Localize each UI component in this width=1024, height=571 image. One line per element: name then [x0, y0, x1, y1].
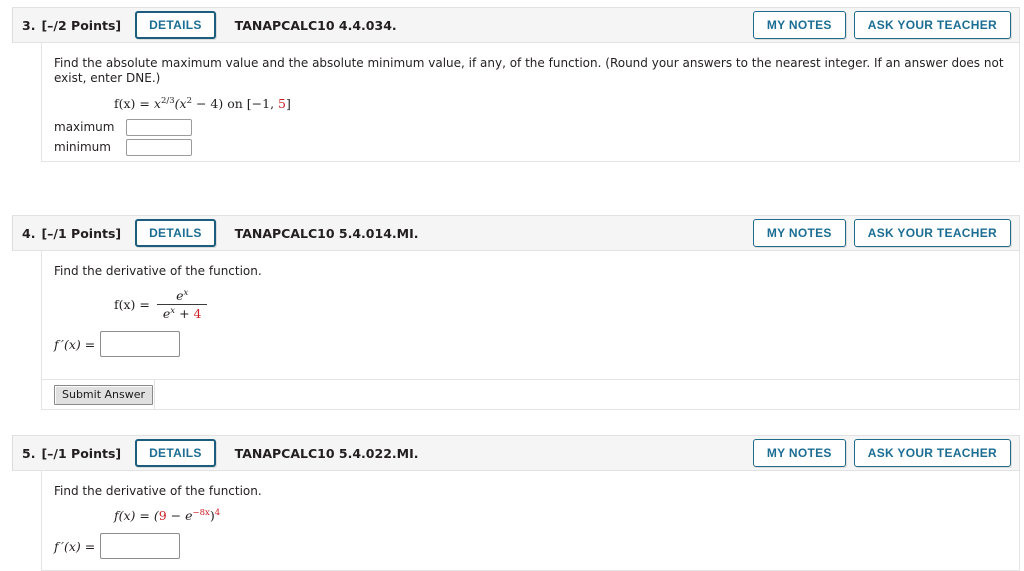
derivative-label-4: f ′(x) =: [54, 336, 96, 352]
ask-your-teacher-button-5[interactable]: ASK YOUR TEACHER: [853, 439, 1011, 467]
submit-cell-4: Submit Answer: [42, 380, 155, 409]
equation-fraction-4: ex ex + 4: [156, 288, 208, 321]
homework-page: 3. [–/2 Points] DETAILS TANAPCALC10 4.4.…: [0, 0, 1024, 571]
ask-your-teacher-button-3[interactable]: ASK YOUR TEACHER: [853, 11, 1011, 39]
fraction-numerator-4: ex: [170, 288, 194, 304]
derivative-label-5: f ′(x) =: [54, 538, 96, 554]
answer-row-maximum: maximum: [54, 117, 1019, 137]
equation-interval-right-3: 5: [278, 96, 286, 111]
equation-5: f(x) = (9 − e−8x)4: [114, 508, 1019, 523]
answer-label-minimum: minimum: [54, 140, 111, 154]
fraction-denominator-4: ex + 4: [157, 305, 208, 321]
denominator-constant: 4: [193, 306, 202, 321]
question-points-5: [–/1 Points]: [41, 445, 122, 461]
equation-coefficient-5: 9: [158, 508, 167, 523]
question-block-3: 3. [–/2 Points] DETAILS TANAPCALC10 4.4.…: [12, 7, 1020, 162]
derivative-input-5[interactable]: [100, 533, 181, 559]
question-body-5: Find the derivative of the function. f(x…: [41, 471, 1020, 571]
question-prompt-3: Find the absolute maximum value and the …: [54, 56, 1004, 85]
equation-4: f(x) = ex ex + 4: [114, 288, 1019, 321]
my-notes-button-3[interactable]: MY NOTES: [752, 11, 846, 39]
question-points-3: [–/2 Points]: [41, 17, 122, 33]
equation-group-close-3: ]: [285, 96, 291, 111]
answer-input-maximum[interactable]: [126, 118, 192, 136]
equation-group-rest-3: − 4) on [−1,: [192, 96, 279, 111]
numerator-exponent: x: [183, 287, 189, 298]
question-number-3: 3.: [22, 17, 36, 33]
ask-your-teacher-button-4[interactable]: ASK YOUR TEACHER: [853, 219, 1011, 247]
derivative-row-5: f ′(x) =: [54, 533, 1019, 559]
question-number-4: 4.: [22, 225, 36, 241]
question-prompt-4: Find the derivative of the function.: [54, 264, 262, 278]
equation-operator-5: − e: [166, 508, 193, 523]
equation-base-3: x: [153, 96, 161, 111]
question-points-4: [–/1 Points]: [41, 225, 122, 241]
question-header-4: 4. [–/1 Points] DETAILS TANAPCALC10 5.4.…: [12, 215, 1020, 251]
question-header-3: 3. [–/2 Points] DETAILS TANAPCALC10 4.4.…: [12, 7, 1020, 43]
question-body-4: Find the derivative of the function. f(x…: [41, 251, 1020, 380]
denominator-operator: +: [175, 306, 194, 321]
question-block-5: 5. [–/1 Points] DETAILS TANAPCALC10 5.4.…: [12, 435, 1020, 571]
equation-inner-exponent-5: −8x: [192, 507, 210, 518]
question-code-4: TANAPCALC10 5.4.014.MI.: [234, 225, 419, 241]
question-body-3: Find the absolute maximum value and the …: [41, 43, 1020, 162]
question-code-5: TANAPCALC10 5.4.022.MI.: [234, 445, 419, 461]
equation-lhs-3: f(x) =: [114, 96, 150, 111]
submit-bar-4: Submit Answer: [41, 380, 1020, 410]
details-button-5[interactable]: DETAILS: [135, 439, 216, 467]
equation-3: f(x) = x2/3(x2 − 4) on [−1, 5]: [114, 96, 1019, 111]
answer-input-minimum[interactable]: [126, 138, 192, 156]
my-notes-button-4[interactable]: MY NOTES: [752, 219, 846, 247]
details-button-3[interactable]: DETAILS: [135, 11, 216, 39]
derivative-input-4[interactable]: [100, 331, 181, 357]
question-header-5: 5. [–/1 Points] DETAILS TANAPCALC10 5.4.…: [12, 435, 1020, 471]
question-prompt-5: Find the derivative of the function.: [54, 484, 262, 498]
submit-answer-button-4[interactable]: Submit Answer: [54, 384, 154, 405]
equation-lhs-4: f(x) =: [114, 297, 150, 312]
answer-label-maximum: maximum: [54, 120, 115, 134]
equation-exponent-3: 2/3: [160, 95, 175, 106]
equation-group-3: (x: [174, 96, 187, 111]
equation-body-5: f(x) = (9 − e−8x)4: [114, 508, 220, 523]
my-notes-button-5[interactable]: MY NOTES: [752, 439, 846, 467]
derivative-row-4: f ′(x) =: [54, 331, 1019, 357]
equation-body-3: x2/3(x2 − 4) on [−1, 5]: [154, 96, 291, 111]
answer-rows-3: maximum minimum: [54, 117, 1019, 157]
answer-row-minimum: minimum: [54, 137, 1019, 157]
question-code-3: TANAPCALC10 4.4.034.: [234, 17, 397, 33]
question-block-4: 4. [–/1 Points] DETAILS TANAPCALC10 5.4.…: [12, 215, 1020, 410]
question-number-5: 5.: [22, 445, 36, 461]
details-button-4[interactable]: DETAILS: [135, 219, 216, 247]
equation-lhs-5: f(x) = (: [114, 508, 159, 523]
equation-outer-exponent-5: 4: [214, 507, 221, 518]
